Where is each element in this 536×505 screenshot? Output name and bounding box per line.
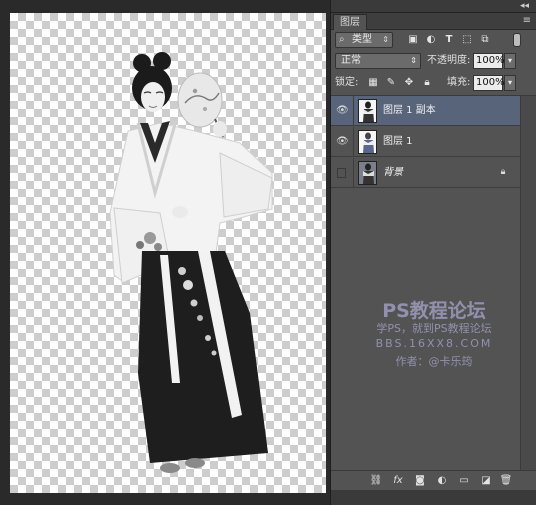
- link-layers-icon[interactable]: ⛓︎: [369, 474, 383, 488]
- lock-icon: 🔒︎: [500, 167, 506, 177]
- collapse-icon[interactable]: ◂◂: [520, 0, 529, 13]
- new-group-icon[interactable]: ▭: [457, 474, 471, 488]
- layers-scrollbar[interactable]: [520, 96, 536, 471]
- filter-kind-select[interactable]: ⌕ 类型 ⇕: [335, 32, 393, 48]
- divider: [353, 158, 354, 188]
- chevron-down-icon: ⇕: [410, 56, 417, 65]
- new-layer-icon[interactable]: ◪: [479, 474, 493, 488]
- eye-icon[interactable]: 👁︎: [336, 136, 349, 148]
- watermark-slogan: 学PS，就到PS教程论坛: [376, 322, 492, 335]
- adjustment-filter-icon[interactable]: ◐: [425, 34, 437, 46]
- fill-slider-button[interactable]: ▾: [504, 75, 516, 91]
- layer-row[interactable]: 👁︎ 图层 1: [331, 127, 520, 157]
- lock-transparent-icon[interactable]: ▦: [367, 77, 379, 89]
- eye-icon[interactable]: 👁︎: [336, 105, 349, 117]
- layer-thumbnail: [358, 161, 377, 185]
- layer-row[interactable]: 背景 🔒︎: [331, 158, 520, 188]
- lock-label: 锁定:: [335, 77, 359, 88]
- panel-tabbar: 图层 ≡: [331, 13, 536, 30]
- watermark-url: BBS.16XX8.COM: [375, 337, 493, 350]
- divider: [353, 96, 354, 126]
- new-adjustment-icon[interactable]: ◐: [435, 474, 449, 488]
- opacity-slider-button[interactable]: ▾: [504, 53, 516, 69]
- layers-panel: ◂◂ 图层 ≡ ⌕ 类型 ⇕ ▣ ◐ T ⬚ ⧉ 正常 ⇕ 不透明度: 100%…: [330, 0, 536, 505]
- lock-row: 锁定: ▦ ✎ ✥ 🔒︎ 填充: 100% ▾: [331, 73, 536, 94]
- fill-label: 填充:: [447, 77, 471, 88]
- layer-name[interactable]: 图层 1 副本: [383, 103, 436, 119]
- visibility-off-box[interactable]: [337, 168, 346, 178]
- photoshop-window: ◂◂ 图层 ≡ ⌕ 类型 ⇕ ▣ ◐ T ⬚ ⧉ 正常 ⇕ 不透明度: 100%…: [0, 0, 536, 505]
- add-mask-icon[interactable]: ◙: [413, 474, 427, 488]
- lock-all-icon[interactable]: 🔒︎: [421, 77, 433, 89]
- watermark-title: PS教程论坛: [382, 300, 486, 322]
- fx-icon[interactable]: fx: [391, 474, 405, 488]
- trash-icon[interactable]: 🗑︎: [499, 474, 513, 488]
- filter-kind-label: 类型: [352, 34, 372, 45]
- layers-footer: ⛓︎ fx ◙ ◐ ▭ ◪ 🗑︎: [331, 470, 536, 490]
- search-icon: ⌕: [339, 34, 345, 45]
- fill-input[interactable]: 100%: [473, 75, 505, 91]
- opacity-input[interactable]: 100%: [473, 53, 505, 69]
- panel-bottom-strip: [331, 490, 536, 505]
- woman-in-hanfu-image: [109, 52, 273, 473]
- layer-name[interactable]: 图层 1: [383, 134, 413, 150]
- tab-layers[interactable]: 图层: [333, 14, 367, 30]
- lock-position-icon[interactable]: ✥: [403, 77, 415, 89]
- smart-object-filter-icon[interactable]: ⧉: [479, 34, 491, 46]
- panel-collapse-bar[interactable]: ◂◂: [331, 0, 536, 13]
- layer-row[interactable]: 👁︎ 图层 1 副本: [331, 96, 520, 126]
- chevron-down-icon: ⇕: [382, 35, 389, 44]
- layer-thumbnail: [358, 130, 377, 154]
- blend-mode-select[interactable]: 正常 ⇕: [335, 53, 421, 69]
- shape-filter-icon[interactable]: ⬚: [461, 34, 473, 46]
- layer-name[interactable]: 背景: [383, 165, 403, 181]
- blend-mode-value: 正常: [341, 55, 361, 66]
- watermark-author: 作者：@卡乐筠: [395, 355, 473, 368]
- image-filter-icon[interactable]: ▣: [407, 34, 419, 46]
- layers-list: 👁︎ 图层 1 副本 👁︎ 图层 1 背景 🔒︎: [331, 95, 536, 471]
- divider: [353, 127, 354, 157]
- opacity-label: 不透明度:: [427, 55, 471, 66]
- lock-pixels-icon[interactable]: ✎: [385, 77, 397, 89]
- blend-row: 正常 ⇕ 不透明度: 100% ▾: [331, 51, 536, 72]
- filter-toggle[interactable]: [513, 33, 521, 47]
- document-canvas[interactable]: [10, 13, 326, 493]
- filter-row: ⌕ 类型 ⇕ ▣ ◐ T ⬚ ⧉: [331, 30, 536, 51]
- type-filter-icon[interactable]: T: [443, 34, 455, 46]
- panel-menu-icon[interactable]: ≡: [523, 16, 531, 26]
- layer-thumbnail: [358, 99, 377, 123]
